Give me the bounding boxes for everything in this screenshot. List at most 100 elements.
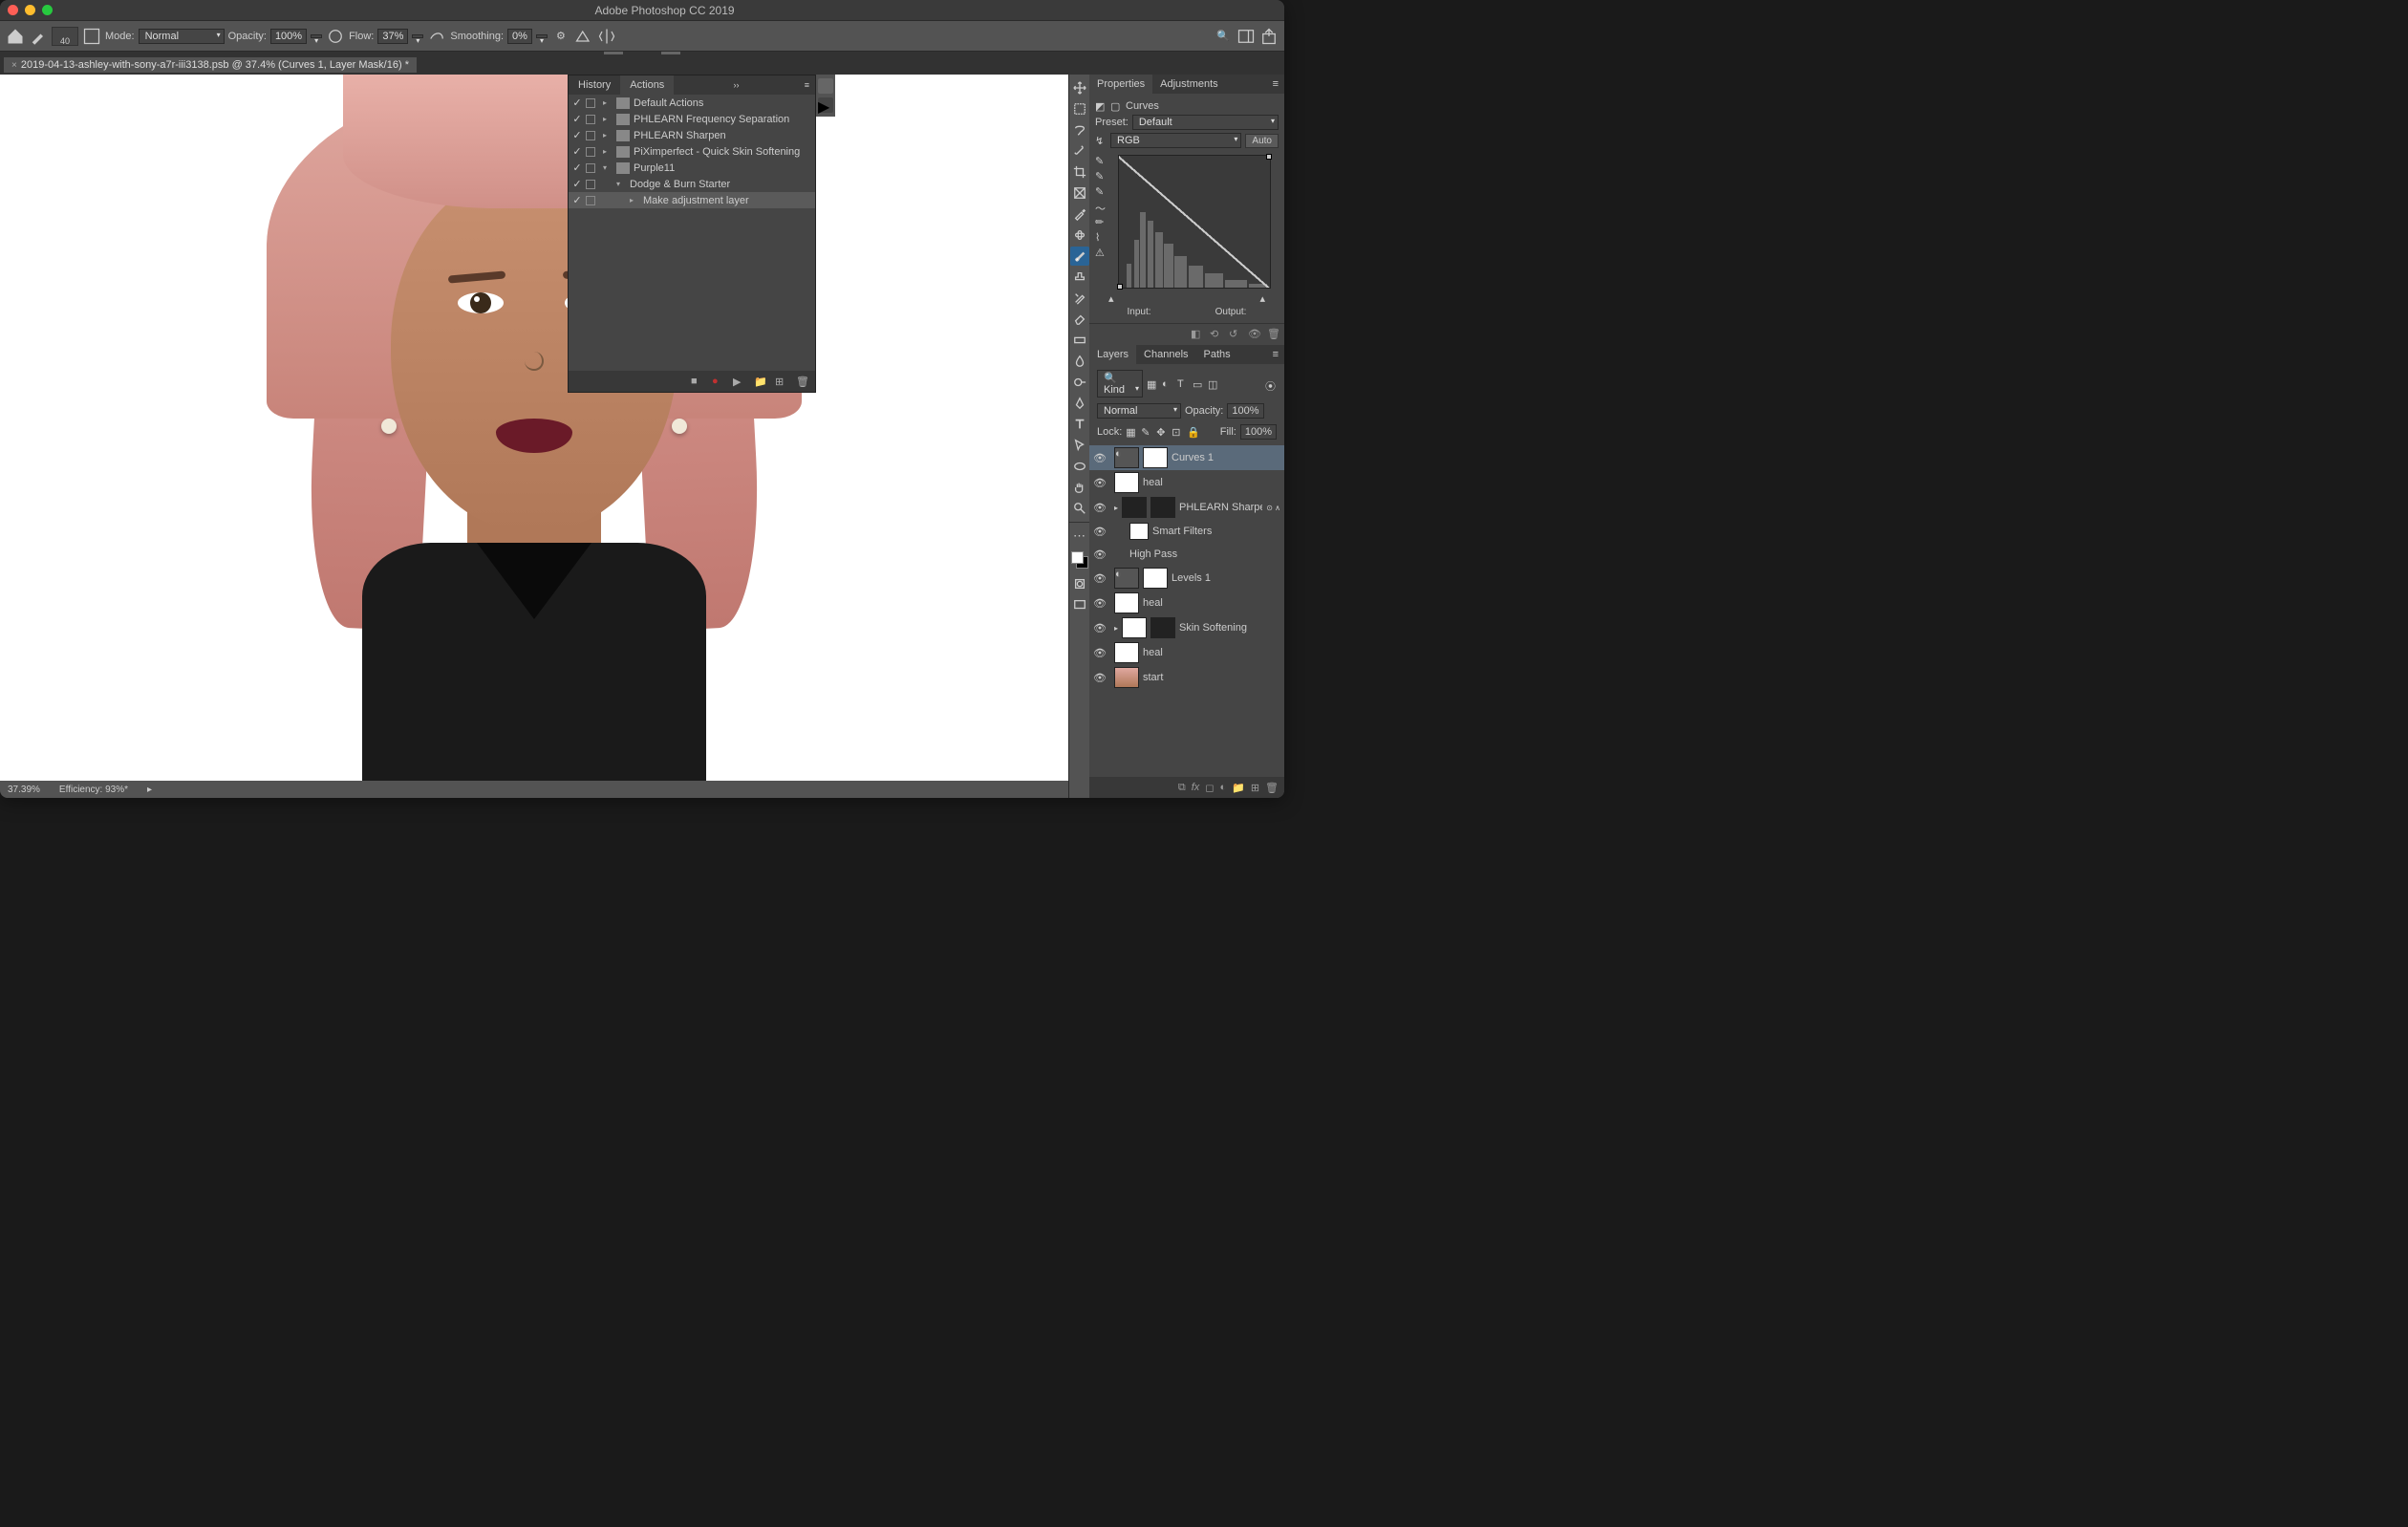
- brush-settings-icon[interactable]: [82, 27, 101, 46]
- link-layers-icon[interactable]: ⧉: [1178, 782, 1186, 794]
- filter-kind-select[interactable]: 🔍Kind: [1097, 370, 1143, 398]
- airbrush-icon[interactable]: [427, 27, 446, 46]
- layer-row[interactable]: 👁Smart Filters: [1089, 520, 1284, 543]
- delete-adj-icon[interactable]: 🗑: [1267, 328, 1280, 341]
- smoothing-dropdown[interactable]: [536, 34, 548, 38]
- tab-channels[interactable]: Channels: [1136, 345, 1195, 364]
- curves-plot[interactable]: [1118, 155, 1271, 289]
- add-mask-icon[interactable]: ◻: [1205, 782, 1214, 794]
- layer-row[interactable]: 👁heal: [1089, 470, 1284, 495]
- record-icon[interactable]: ●: [712, 376, 723, 387]
- pressure-opacity-icon[interactable]: [326, 27, 345, 46]
- new-layer-icon[interactable]: ⊞: [1251, 782, 1259, 794]
- lasso-tool[interactable]: [1070, 120, 1089, 140]
- home-icon[interactable]: [6, 27, 25, 46]
- canvas[interactable]: History Actions ›› ≡ ✓▸Default Actions✓▸…: [0, 75, 1068, 781]
- action-row[interactable]: ✓▸Default Actions: [569, 95, 815, 111]
- layer-row[interactable]: 👁heal: [1089, 591, 1284, 615]
- path-selection-tool[interactable]: [1070, 436, 1089, 455]
- play-dock-icon[interactable]: ▶: [818, 97, 833, 113]
- black-slider[interactable]: ▴: [1108, 292, 1114, 305]
- workspace-icon[interactable]: [1236, 27, 1256, 46]
- filter-image-icon[interactable]: ▦: [1147, 378, 1158, 390]
- flow-value[interactable]: 37%: [377, 29, 408, 44]
- angle-icon[interactable]: [574, 27, 593, 46]
- maximize-window[interactable]: [42, 5, 53, 15]
- lock-paint-icon[interactable]: ✎: [1141, 426, 1152, 438]
- new-action-icon[interactable]: ⊞: [775, 376, 786, 387]
- clip-to-layer-icon[interactable]: ◧: [1191, 328, 1204, 341]
- pen-tool[interactable]: [1070, 394, 1089, 413]
- action-row[interactable]: ✓▾Dodge & Burn Starter: [569, 176, 815, 192]
- history-brush-tool[interactable]: [1070, 289, 1089, 308]
- document-tab[interactable]: × 2019-04-13-ashley-with-sony-a7r-iii313…: [4, 57, 417, 73]
- auto-curves-icon[interactable]: ↯: [1095, 135, 1107, 146]
- efficiency-display[interactable]: Efficiency: 93%*: [59, 785, 128, 795]
- smoothing-value[interactable]: 0%: [507, 29, 532, 44]
- marquee-tool[interactable]: [1070, 99, 1089, 118]
- play-icon[interactable]: ▶: [733, 376, 744, 387]
- edit-toolbar[interactable]: ⋯: [1070, 527, 1089, 546]
- panel-collapse-icon[interactable]: ››: [728, 78, 745, 92]
- filter-type-icon[interactable]: T: [1177, 378, 1189, 390]
- flow-dropdown[interactable]: [412, 34, 423, 38]
- tab-actions[interactable]: Actions: [620, 75, 674, 95]
- layer-opacity-value[interactable]: 100%: [1227, 403, 1263, 419]
- sampler-white-icon[interactable]: ✎: [1095, 155, 1107, 166]
- channel-select[interactable]: RGB: [1110, 133, 1241, 148]
- preset-select[interactable]: Default: [1132, 115, 1279, 130]
- layer-fx-icon[interactable]: fx: [1192, 782, 1200, 793]
- move-tool[interactable]: [1070, 78, 1089, 97]
- screen-mode-icon[interactable]: [1070, 595, 1089, 614]
- action-row[interactable]: ✓▾Purple11: [569, 160, 815, 176]
- frame-tool[interactable]: [1070, 183, 1089, 203]
- stamp-tool[interactable]: [1070, 268, 1089, 287]
- eraser-tool[interactable]: [1070, 310, 1089, 329]
- panel-menu-icon[interactable]: ≡: [1267, 345, 1284, 364]
- filter-shape-icon[interactable]: ▭: [1193, 378, 1204, 390]
- zoom-tool[interactable]: [1070, 499, 1089, 518]
- new-group-icon[interactable]: 📁: [1232, 782, 1245, 794]
- sampler-black-icon[interactable]: ✎: [1095, 185, 1107, 197]
- share-icon[interactable]: [1259, 27, 1279, 46]
- layer-row[interactable]: 👁▸Skin Softening: [1089, 615, 1284, 640]
- tab-properties[interactable]: Properties: [1089, 75, 1152, 94]
- symmetry-icon[interactable]: [597, 27, 616, 46]
- panel-menu-icon[interactable]: ≡: [1267, 75, 1284, 94]
- status-arrow-icon[interactable]: ▸: [147, 785, 152, 795]
- blend-mode-select[interactable]: Normal: [139, 29, 225, 44]
- opacity-dropdown[interactable]: [311, 34, 322, 38]
- opacity-value[interactable]: 100%: [270, 29, 307, 44]
- clip-histogram-icon[interactable]: ⚠: [1095, 247, 1107, 258]
- sampler-gray-icon[interactable]: ✎: [1095, 170, 1107, 182]
- layer-row[interactable]: 👁◐Levels 1: [1089, 566, 1284, 591]
- hand-tool[interactable]: [1070, 478, 1089, 497]
- brush-icon[interactable]: [29, 27, 48, 46]
- pencil-curve-icon[interactable]: ✏: [1095, 216, 1107, 227]
- layer-blend-select[interactable]: Normal: [1097, 403, 1181, 419]
- new-adjustment-icon[interactable]: ◐: [1219, 782, 1226, 793]
- panel-menu-icon[interactable]: ≡: [799, 78, 815, 92]
- shape-tool[interactable]: [1070, 457, 1089, 476]
- magic-wand-tool[interactable]: [1070, 141, 1089, 161]
- search-icon[interactable]: 🔍: [1214, 27, 1233, 46]
- curve-edit-icon[interactable]: 〜: [1095, 201, 1107, 212]
- toggle-visibility-icon[interactable]: 👁: [1248, 328, 1261, 341]
- type-tool[interactable]: [1070, 415, 1089, 434]
- layer-row[interactable]: 👁start: [1089, 665, 1284, 690]
- dodge-tool[interactable]: [1070, 373, 1089, 392]
- crop-tool[interactable]: [1070, 162, 1089, 182]
- auto-button[interactable]: Auto: [1245, 134, 1279, 148]
- action-row[interactable]: ✓▸PHLEARN Sharpen: [569, 127, 815, 143]
- smooth-icon[interactable]: ⌇: [1095, 231, 1107, 243]
- dock-icon[interactable]: [818, 78, 833, 94]
- brush-preset-picker[interactable]: 40: [52, 27, 78, 46]
- zoom-display[interactable]: 37.39%: [8, 785, 40, 795]
- trash-icon[interactable]: 🗑: [796, 376, 807, 387]
- white-slider[interactable]: ▴: [1259, 292, 1265, 305]
- brush-tool[interactable]: [1070, 247, 1089, 266]
- lock-all-icon[interactable]: 🔒: [1187, 426, 1198, 438]
- new-set-icon[interactable]: 📁: [754, 376, 765, 387]
- close-tab-icon[interactable]: ×: [11, 60, 17, 71]
- tab-paths[interactable]: Paths: [1196, 345, 1238, 364]
